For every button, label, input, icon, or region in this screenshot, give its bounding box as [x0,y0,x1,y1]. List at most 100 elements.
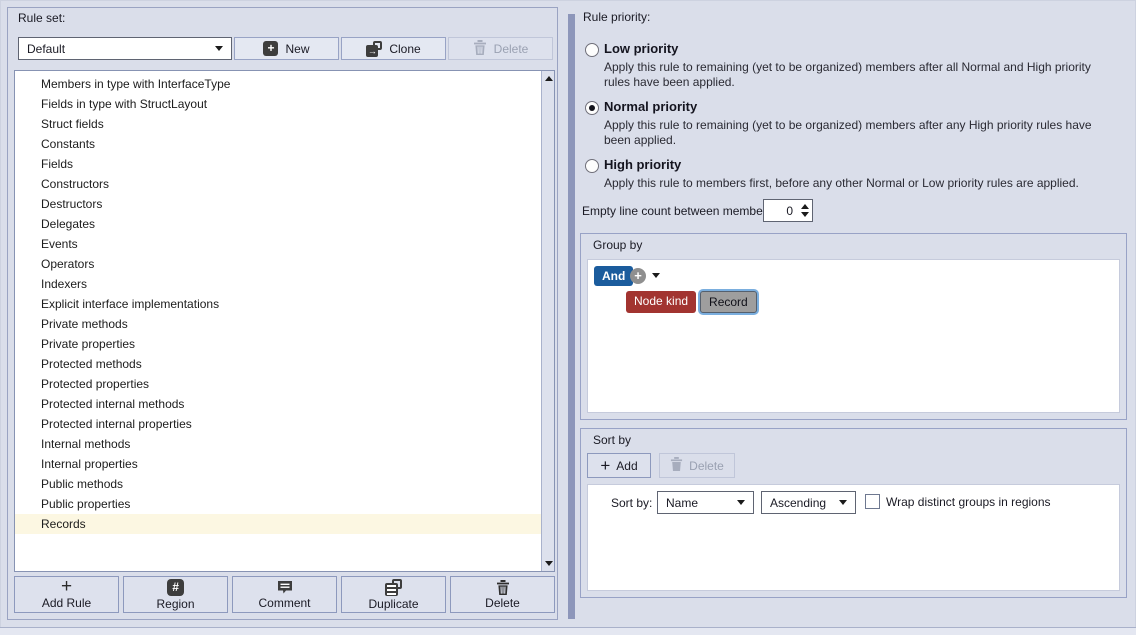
clone-icon: → [366,41,382,57]
new-button-label: New [285,42,309,56]
spinner-up-icon[interactable] [801,204,809,209]
new-icon: + [263,41,278,56]
low-priority-radio[interactable] [585,43,599,57]
duplicate-button[interactable]: Duplicate [341,576,446,613]
sort-by-title: Sort by [593,433,631,447]
list-item[interactable]: Destructors [15,194,541,214]
list-item[interactable]: Indexers [15,274,541,294]
normal-priority-label[interactable]: Normal priority [604,99,697,114]
delete-button-label: Delete [494,42,529,56]
delete-sort-label: Delete [689,459,724,473]
comment-label: Comment [258,596,310,610]
list-item[interactable]: Protected methods [15,354,541,374]
list-item[interactable]: Protected properties [15,374,541,394]
high-priority-description: Apply this rule to members first, before… [604,176,1120,191]
list-item[interactable]: Struct fields [15,114,541,134]
region-button[interactable]: # Region [123,576,228,613]
add-sort-button[interactable]: + Add [587,453,651,478]
sort-direction-dropdown[interactable]: Ascending [761,491,856,514]
list-item[interactable]: Delegates [15,214,541,234]
wrap-groups-label[interactable]: Wrap distinct groups in regions [886,495,1051,509]
spinner-value: 0 [764,204,797,218]
list-item[interactable]: Constructors [15,174,541,194]
clone-button[interactable]: → Clone [341,37,446,60]
list-item[interactable]: Members in type with InterfaceType [15,74,541,94]
add-rule-button[interactable]: + Add Rule [14,576,119,613]
empty-line-count-label: Empty line count between members: [582,204,776,218]
list-item[interactable]: Operators [15,254,541,274]
list-item[interactable]: Internal methods [15,434,541,454]
scrollbar[interactable] [541,71,554,571]
wrap-groups-checkbox[interactable] [865,494,880,509]
group-by-box: Group by And + Node kind Record [580,233,1127,420]
low-priority-description: Apply this rule to remaining (yet to be … [604,60,1120,90]
trash-icon [496,579,510,595]
sort-by-box: Sort by + Add Delete Sort by: Name Ascen… [580,428,1127,598]
plus-icon: + [600,459,610,473]
sort-field-dropdown[interactable]: Name [657,491,754,514]
comment-icon [277,579,293,595]
list-item[interactable]: Protected internal properties [15,414,541,434]
delete-sort-button[interactable]: Delete [659,453,735,478]
add-sort-label: Add [616,459,637,473]
group-by-title: Group by [593,238,642,252]
comment-button[interactable]: Comment [232,576,337,613]
list-item[interactable]: Public properties [15,494,541,514]
and-chip[interactable]: And [594,266,633,286]
delete-rule-label: Delete [485,596,520,610]
sort-by-row-label: Sort by: [611,496,652,510]
normal-priority-radio[interactable] [585,101,599,115]
normal-priority-description: Apply this rule to remaining (yet to be … [604,118,1120,148]
trash-icon [670,457,683,474]
high-priority-label[interactable]: High priority [604,157,681,172]
chevron-down-icon [839,500,847,505]
duplicate-label: Duplicate [368,597,418,611]
rule-set-panel: Rule set: Default + New → Clone Delete [7,7,558,620]
rule-set-label: Rule set: [18,11,65,25]
delete-rule-button[interactable]: Delete [450,576,555,613]
trash-icon [473,40,487,58]
clone-button-label: Clone [389,42,420,56]
list-item[interactable]: Constants [15,134,541,154]
rule-actions-toolbar: + Add Rule # Region Comment Duplicate [14,576,555,613]
node-kind-chip[interactable]: Node kind [626,291,696,313]
list-item[interactable]: Fields [15,154,541,174]
record-chip[interactable]: Record [700,291,757,313]
duplicate-icon [385,579,402,596]
region-hash-icon: # [167,579,184,596]
list-item[interactable]: Protected internal methods [15,394,541,414]
delete-ruleset-button[interactable]: Delete [448,37,553,60]
high-priority-radio[interactable] [585,159,599,173]
list-item[interactable]: Events [15,234,541,254]
add-group-icon[interactable]: + [630,268,646,284]
add-rule-label: Add Rule [42,596,91,610]
list-item[interactable]: Explicit interface implementations [15,294,541,314]
spinner-down-icon[interactable] [801,212,809,217]
list-item[interactable]: Private properties [15,334,541,354]
plus-icon: + [61,579,72,595]
list-item-selected[interactable]: Records [15,514,541,534]
chevron-down-icon [215,46,223,51]
add-group-chevron-icon[interactable] [652,273,660,278]
new-button[interactable]: + New [234,37,339,60]
list-item[interactable]: Public methods [15,474,541,494]
group-by-canvas: And + Node kind Record [587,259,1120,413]
empty-line-count-spinner[interactable]: 0 [763,199,813,222]
chevron-down-icon [737,500,745,505]
panel-splitter[interactable] [568,14,575,619]
scroll-up-icon[interactable] [545,76,553,81]
sort-direction-value: Ascending [770,496,839,510]
list-item[interactable]: Fields in type with StructLayout [15,94,541,114]
rule-set-dropdown[interactable]: Default [18,37,232,60]
rule-list: Members in type with InterfaceType Field… [14,70,555,572]
scroll-down-icon[interactable] [545,561,553,566]
sort-field-value: Name [666,496,737,510]
window-bottom-strip [0,628,1136,635]
region-label: Region [156,597,194,611]
list-item[interactable]: Private methods [15,314,541,334]
list-item[interactable]: Internal properties [15,454,541,474]
rule-priority-label: Rule priority: [583,10,650,24]
low-priority-label[interactable]: Low priority [604,41,678,56]
sort-by-canvas: Sort by: Name Ascending Wrap distinct gr… [587,484,1120,591]
rule-set-dropdown-value: Default [27,42,215,56]
